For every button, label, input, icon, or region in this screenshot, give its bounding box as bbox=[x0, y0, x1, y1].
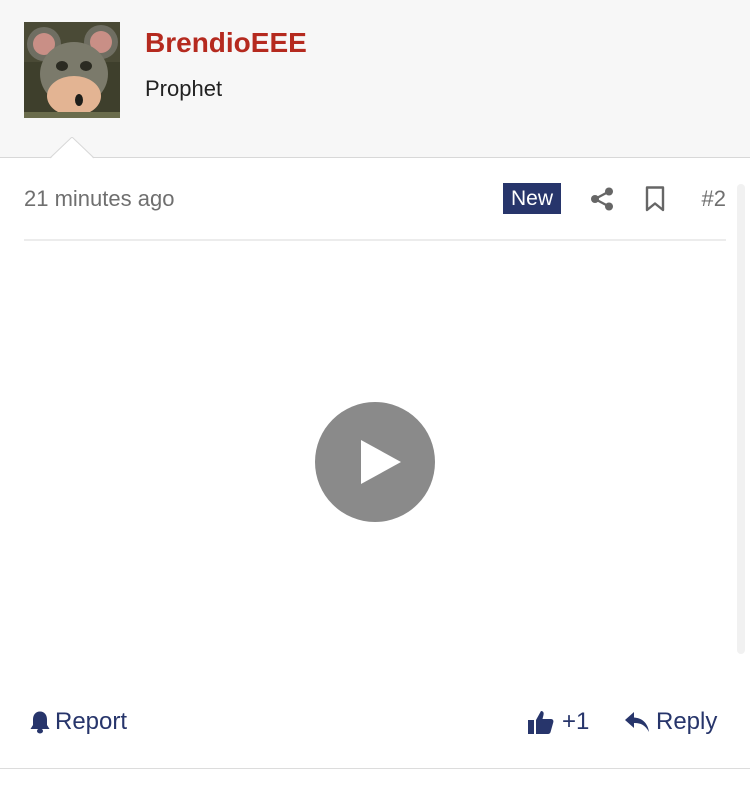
meta-divider bbox=[24, 239, 726, 241]
bookmark-icon[interactable] bbox=[645, 186, 665, 212]
scrollbar[interactable] bbox=[737, 184, 745, 654]
like-count: +1 bbox=[562, 708, 590, 735]
thumbs-up-icon bbox=[528, 711, 554, 734]
share-icon[interactable] bbox=[590, 187, 614, 211]
post-meta-row: 21 minutes ago New #2 bbox=[24, 175, 726, 225]
like-button[interactable]: +1 bbox=[528, 706, 589, 738]
reply-button[interactable]: Reply bbox=[624, 706, 717, 738]
reply-label: Reply bbox=[656, 708, 718, 735]
report-button[interactable]: Report bbox=[29, 706, 127, 738]
video-embed[interactable] bbox=[24, 243, 726, 683]
username[interactable]: BrendioEEE bbox=[145, 27, 307, 59]
post-timestamp[interactable]: 21 minutes ago bbox=[24, 186, 174, 212]
avatar[interactable] bbox=[24, 22, 120, 118]
author-block: BrendioEEE Prophet bbox=[0, 0, 750, 159]
post-number[interactable]: #2 bbox=[702, 186, 726, 212]
mouse-character-avatar-icon bbox=[24, 22, 120, 118]
play-button[interactable] bbox=[315, 402, 435, 522]
user-title: Prophet bbox=[145, 76, 223, 101]
post-actions: Report +1 Reply bbox=[24, 700, 726, 744]
play-icon bbox=[361, 440, 401, 484]
author-caret bbox=[50, 137, 94, 159]
bell-icon bbox=[30, 711, 50, 734]
report-label: Report bbox=[55, 708, 128, 735]
bottom-divider bbox=[0, 768, 750, 769]
new-badge: New bbox=[503, 183, 562, 214]
reply-icon bbox=[625, 712, 649, 732]
